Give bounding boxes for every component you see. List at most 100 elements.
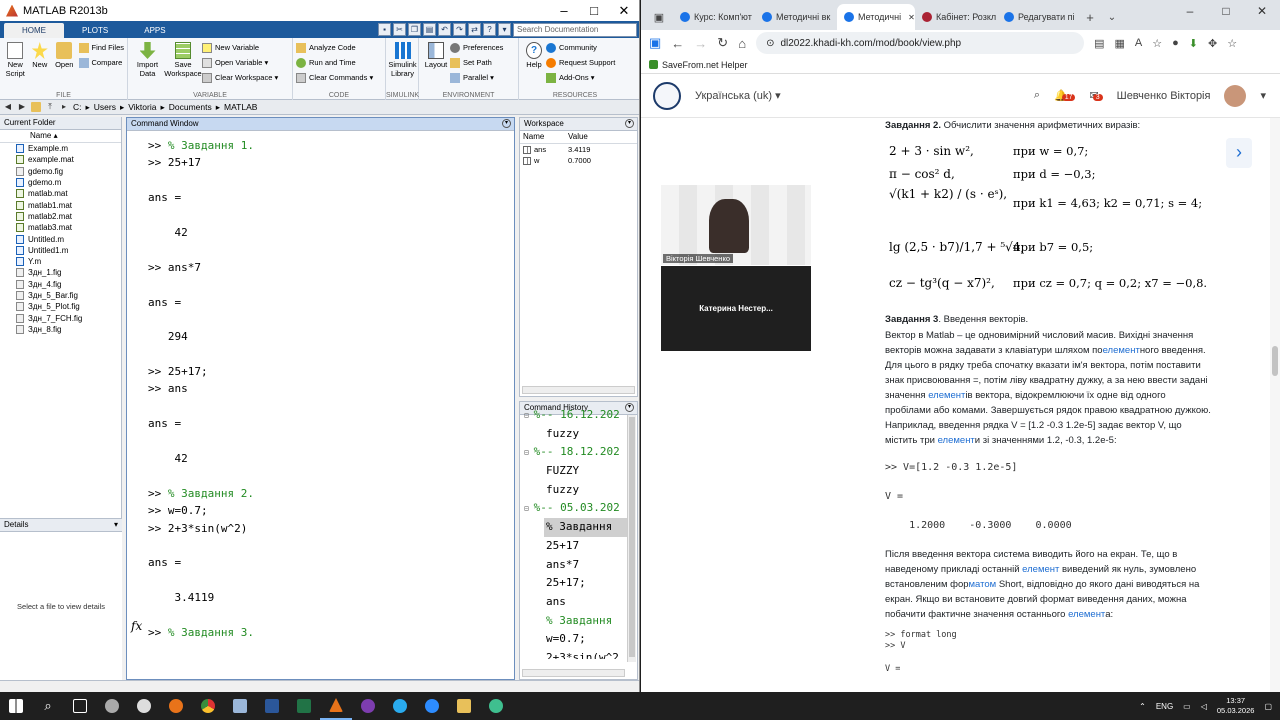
history-hscroll[interactable] [522,669,625,677]
file-item[interactable]: Здн_5_Plot.fig [0,301,121,312]
minimize-icon[interactable]: – [549,3,579,19]
ws-col-name[interactable]: Name [520,131,568,143]
history-item[interactable]: % Завдання [544,518,627,537]
forward-icon[interactable]: ▶ [17,102,27,112]
clear-commands-button[interactable]: Clear Commands ▾ [296,71,373,84]
url-bar[interactable]: ⊙ dl2022.khadi-kh.com/mod/book/view.php [756,32,1085,54]
function-browser-icon[interactable]: fx [131,619,142,633]
workspace-variable[interactable]: w 0.7000 [520,155,637,166]
file-item[interactable]: matlab3.mat [0,222,121,233]
back-icon[interactable]: ← [671,36,684,51]
file-item[interactable]: gdemo.m [0,177,121,188]
tab-actions-icon[interactable]: ▣ [645,4,673,30]
panel-actions-icon[interactable]: ▾ [502,119,511,128]
copy-icon[interactable]: ❐ [408,23,421,36]
layout-button[interactable]: Layout [422,40,450,100]
glossary-link[interactable]: елемент [1022,564,1059,575]
find-files-button[interactable]: Find Files [78,41,124,54]
taskbar-app-viber[interactable] [352,692,384,720]
file-item[interactable]: Example.m [0,143,121,154]
clear-workspace-button[interactable]: Clear Workspace ▾ [202,71,278,84]
new-script-button[interactable]: New Script [3,40,28,100]
history-vscroll-thumb[interactable] [629,417,635,657]
taskbar-search[interactable]: ⌕ [32,692,64,720]
file-item[interactable]: Здн_1.fig [0,267,121,278]
maximize-icon[interactable]: □ [579,3,609,19]
glossary-link[interactable]: елемент [928,390,965,401]
help-button[interactable]: ? Help [522,40,546,100]
collections-icon[interactable]: ☆ [1227,37,1237,50]
close-icon[interactable]: ✕ [609,3,639,19]
reload-icon[interactable]: ↻ [717,35,728,51]
history-item[interactable]: w=0.7; [520,630,627,649]
collapse-icon[interactable]: ⊟ [524,411,534,420]
history-item[interactable]: % Завдання [520,612,627,631]
import-data-button[interactable]: Import Data [131,40,164,100]
pin-icon[interactable]: ▾ [498,23,511,36]
tab-plots[interactable]: PLOTS [64,23,126,38]
file-item[interactable]: matlab1.mat [0,199,121,210]
file-item[interactable]: gdemo.fig [0,166,121,177]
immersive-reader-icon[interactable]: ▦ [1114,37,1124,50]
taskbar-zoom[interactable] [416,692,448,720]
clock[interactable]: 13:37 05.03.2026 [1217,696,1255,716]
open-variable-button[interactable]: Open Variable ▾ [202,56,278,69]
notifications-icon[interactable]: 🔔17 [1054,89,1076,102]
redo-icon[interactable]: ↷ [453,23,466,36]
workspace-variable[interactable]: ans 3.4119 [520,144,637,155]
reader-mode-icon[interactable]: ▤ [1094,37,1104,50]
browser-tab[interactable]: Кабінет: Розкл [915,4,997,30]
split-view-icon[interactable]: ▣ [649,35,661,51]
history-item[interactable]: 25+17 [520,537,627,556]
messages-icon[interactable]: ✉3 [1089,89,1103,102]
file-item[interactable]: matlab2.mat [0,211,121,222]
tab-home[interactable]: HOME [4,23,64,38]
taskbar-telegram[interactable] [384,692,416,720]
page-scrollbar-thumb[interactable] [1272,346,1278,376]
chevron-down-icon[interactable]: ▾ [114,519,118,531]
taskbar-firefox[interactable] [160,692,192,720]
history-item[interactable]: fuzzy [520,481,627,500]
new-tab-icon[interactable]: + [1079,4,1101,30]
page-scrollbar[interactable] [1270,118,1280,692]
history-session-header[interactable]: ⊟ %-- 05.03.202 [520,499,627,518]
file-item[interactable]: example.mat [0,154,121,165]
tab-search-icon[interactable]: ⌄ [1101,4,1123,30]
folder-icon[interactable] [31,102,41,112]
user-name[interactable]: Шевченко Вікторія [1117,90,1211,102]
file-item[interactable]: Untitled1.m [0,245,121,256]
maximize-icon[interactable]: □ [1208,4,1244,18]
file-item[interactable]: Y.m [0,256,121,267]
taskbar-excel[interactable] [288,692,320,720]
file-item[interactable]: matlab.mat [0,188,121,199]
tray-chevron-icon[interactable]: ⌃ [1139,702,1146,711]
chevron-down-icon[interactable]: ▾ [1260,89,1266,102]
analyze-code-button[interactable]: Analyze Code [296,41,373,54]
run-and-time-button[interactable]: Run and Time [296,56,373,69]
next-page-button[interactable]: › [1226,138,1252,168]
switch-windows-icon[interactable]: ⇄ [468,23,481,36]
close-icon[interactable]: ✕ [1244,4,1280,18]
breadcrumb-2[interactable]: Viktoria [128,102,156,112]
save-workspace-button[interactable]: Save Workspace [164,40,202,100]
collapse-icon[interactable]: ⊟ [524,448,534,457]
extension-icon[interactable]: ● [1172,37,1179,49]
browser-tab[interactable]: Методичні ✕ [837,4,915,30]
glossary-link[interactable]: матом [969,579,997,590]
glossary-link[interactable]: елемент [938,435,975,446]
help-icon[interactable]: ? [483,23,496,36]
breadcrumb-4[interactable]: MATLAB [224,102,257,112]
history-item[interactable]: ans*7 [520,556,627,575]
open-button[interactable]: Open [52,40,77,100]
ws-col-value[interactable]: Value [568,131,588,143]
preferences-button[interactable]: Preferences [450,41,503,54]
history-item[interactable]: 2+3*sin(w^2 [520,649,627,659]
browse-icon[interactable]: ▸ [59,102,69,112]
request-support-button[interactable]: Request Support [546,56,615,69]
breadcrumb-0[interactable]: C: [73,102,82,112]
taskbar-app-1[interactable] [96,692,128,720]
taskbar-app-2[interactable] [128,692,160,720]
panel-actions-icon[interactable]: ▾ [625,119,634,128]
new-variable-button[interactable]: New Variable [202,41,278,54]
up-folder-icon[interactable]: ⤒ [45,102,55,112]
